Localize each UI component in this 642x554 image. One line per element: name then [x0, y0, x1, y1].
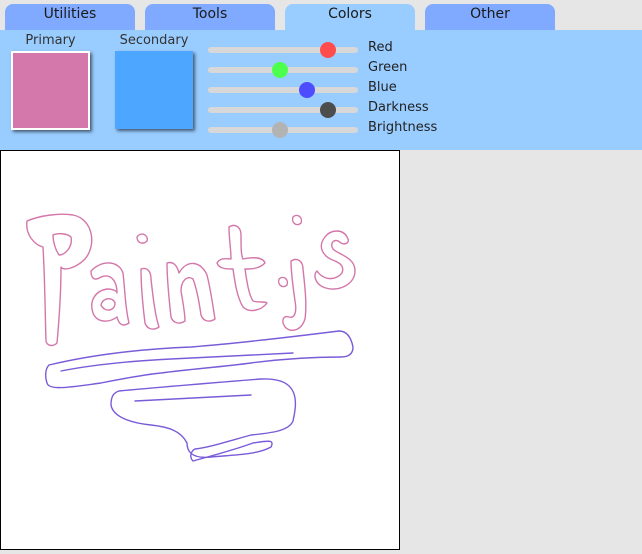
red-label: Red [368, 40, 393, 55]
secondary-label: Secondary [119, 33, 189, 48]
tab-bar: Utilities Tools Colors Other [0, 0, 642, 30]
blue-slider-thumb[interactable] [299, 82, 315, 98]
tab-tools[interactable]: Tools [145, 4, 275, 30]
darkness-label: Darkness [368, 100, 429, 115]
blue-label: Blue [368, 80, 397, 95]
drawing-canvas[interactable] [0, 150, 400, 550]
primary-color-swatch[interactable] [11, 51, 90, 130]
colors-panel: Primary Secondary Red Green Blue Darknes… [0, 30, 642, 150]
paintjs-handwriting [26, 213, 356, 347]
green-label: Green [368, 60, 408, 75]
green-slider[interactable] [208, 62, 358, 78]
red-slider[interactable] [208, 42, 358, 58]
tab-utilities[interactable]: Utilities [5, 4, 135, 30]
primary-label: Primary [25, 33, 76, 48]
swirl-underline [44, 330, 354, 462]
secondary-color-swatch[interactable] [115, 51, 193, 129]
darkness-slider[interactable] [208, 102, 358, 118]
brightness-slider-thumb[interactable] [272, 122, 288, 138]
tab-other[interactable]: Other [425, 4, 555, 30]
tab-colors[interactable]: Colors [285, 4, 415, 30]
brightness-slider[interactable] [208, 122, 358, 138]
paint-app: Utilities Tools Colors Other Primary Sec… [0, 0, 642, 554]
canvas-drawing [26, 213, 356, 462]
blue-slider[interactable] [208, 82, 358, 98]
red-slider-thumb[interactable] [320, 42, 336, 58]
green-slider-thumb[interactable] [272, 62, 288, 78]
brightness-label: Brightness [368, 120, 438, 135]
darkness-slider-thumb[interactable] [320, 102, 336, 118]
